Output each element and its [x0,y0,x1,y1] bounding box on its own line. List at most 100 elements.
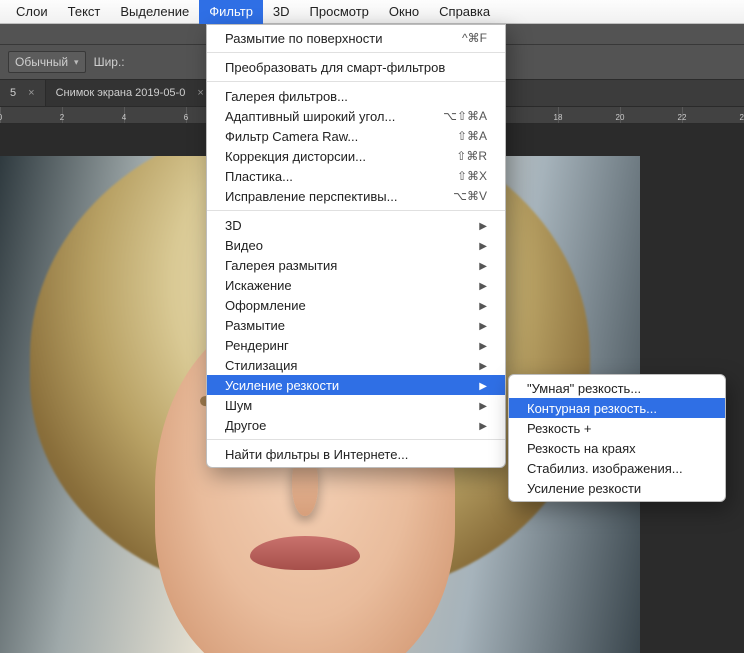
submenu-item-label: Контурная резкость... [527,401,657,416]
submenu-arrow-icon: ▶ [479,261,487,272]
menu-item-label: Размытие по поверхности [225,31,382,46]
submenu-arrow-icon: ▶ [479,281,487,292]
menu-item[interactable]: Шум ▶ [207,395,505,415]
document-tab[interactable]: Снимок экрана 2019-05-0 × [46,80,215,106]
menu-item-label: Исправление перспективы... [225,189,397,204]
submenu-arrow-icon: ▶ [479,301,487,312]
ruler-label: 6 [184,113,188,122]
menu-item-label: Усиление резкости [225,378,339,393]
menu-item-label: Искажение [225,278,292,293]
menu-shortcut: ⇧⌘X [457,169,487,183]
menu-item-label: 3D [225,218,242,233]
menu-item-label: Пластика... [225,169,293,184]
ruler-label: 4 [122,113,126,122]
menu-item-label: Фильтр Camera Raw... [225,129,358,144]
submenu-arrow-icon: ▶ [479,241,487,252]
menu-item[interactable]: Другое ▶ [207,415,505,435]
ruler-label: 20 [616,113,625,122]
submenu-item[interactable]: "Умная" резкость... [509,378,725,398]
menu-item-label: Преобразовать для смарт-фильтров [225,60,445,75]
menubar-item-3d[interactable]: 3D [263,0,300,24]
menu-item[interactable]: Рендеринг ▶ [207,335,505,355]
menubar-item-справка[interactable]: Справка [429,0,500,24]
submenu-item[interactable]: Усиление резкости [509,478,725,498]
submenu-item[interactable]: Резкость на краях [509,438,725,458]
submenu-arrow-icon: ▶ [479,341,487,352]
menu-item-label: Галерея размытия [225,258,337,273]
close-icon[interactable]: × [28,87,34,99]
menubar-item-окно[interactable]: Окно [379,0,429,24]
menu-item[interactable]: Усиление резкости ▶ [207,375,505,395]
menu-separator [207,81,505,82]
menu-item[interactable]: Стилизация ▶ [207,355,505,375]
menu-item[interactable]: Галерея размытия ▶ [207,255,505,275]
menu-separator [207,439,505,440]
menu-item[interactable]: Видео▶ [207,235,505,255]
menu-item-label: Шум [225,398,252,413]
menu-item[interactable]: Фильтр Camera Raw... ⇧⌘A [207,126,505,146]
menu-item[interactable]: Размытие ▶ [207,315,505,335]
menu-item-label: Коррекция дисторсии... [225,149,366,164]
ruler-label: 18 [554,113,563,122]
menu-item-label: Галерея фильтров... [225,89,348,104]
submenu-item-label: Резкость на краях [527,441,636,456]
submenu-arrow-icon: ▶ [479,421,487,432]
tab-label: 5 [10,87,16,99]
menu-item[interactable]: Адаптивный широкий угол... ⌥⇧⌘A [207,106,505,126]
menu-item-label: Рендеринг [225,338,289,353]
menu-item-label: Стилизация [225,358,297,373]
menu-item[interactable]: Коррекция дисторсии... ⇧⌘R [207,146,505,166]
submenu-item-label: Усиление резкости [527,481,641,496]
menu-item[interactable]: 3D ▶ [207,215,505,235]
close-icon[interactable]: × [197,87,203,99]
menu-item-label: Другое [225,418,266,433]
menu-item-label: Найти фильтры в Интернете... [225,447,408,462]
ruler-label: 0 [0,113,2,122]
submenu-arrow-icon: ▶ [479,361,487,372]
blend-mode-value: Обычный [15,55,68,69]
submenu-arrow-icon: ▶ [479,381,487,392]
ruler-label: 22 [678,113,687,122]
menu-shortcut: ⌥⇧⌘A [443,109,487,123]
submenu-item[interactable]: Резкость + [509,418,725,438]
width-label: Шир.: [94,55,125,69]
ruler-label: 2 [60,113,64,122]
menu-separator [207,52,505,53]
submenu-item-label: Резкость + [527,421,592,436]
menu-shortcut: ⌥⌘V [453,189,487,203]
submenu-item-label: "Умная" резкость... [527,381,641,396]
submenu-item[interactable]: Контурная резкость... [509,398,725,418]
menu-item-last-filter[interactable]: Размытие по поверхности ^⌘F [207,28,505,48]
menu-item-label: Размытие [225,318,285,333]
menu-item-label: Адаптивный широкий угол... [225,109,395,124]
menubar-item-выделение[interactable]: Выделение [110,0,199,24]
menu-item[interactable]: Пластика... ⇧⌘X [207,166,505,186]
chevron-down-icon: ▾ [74,57,79,68]
submenu-arrow-icon: ▶ [479,321,487,332]
submenu-item-label: Стабилиз. изображения... [527,461,683,476]
menubar-item-слои[interactable]: Слои [6,0,58,24]
document-tab[interactable]: 5× [0,80,46,106]
submenu-arrow-icon: ▶ [479,221,487,232]
menubar-item-просмотр[interactable]: Просмотр [300,0,379,24]
menubar-item-фильтр[interactable]: Фильтр [199,0,263,24]
menu-item[interactable]: Исправление перспективы... ⌥⌘V [207,186,505,206]
menu-shortcut: ⇧⌘R [456,149,487,163]
submenu-arrow-icon: ▶ [479,401,487,412]
ruler-label: 24 [740,113,744,122]
menu-shortcut: ⇧⌘A [457,129,487,143]
tab-label: Снимок экрана 2019-05-0 [56,87,186,99]
menu-item[interactable]: Галерея фильтров... [207,86,505,106]
submenu-item[interactable]: Стабилиз. изображения... [509,458,725,478]
menu-shortcut: ^⌘F [462,31,487,45]
menu-item[interactable]: Оформление▶ [207,295,505,315]
filter-menu: Размытие по поверхности ^⌘F Преобразовать … [206,24,506,468]
menu-item[interactable]: Искажение ▶ [207,275,505,295]
menubar-item-текст[interactable]: Текст [58,0,111,24]
menu-separator [207,210,505,211]
sharpen-submenu: "Умная" резкость... Контурная резкость...… [508,374,726,502]
menu-item-convert-smart[interactable]: Преобразовать для смарт-фильтров [207,57,505,77]
blend-mode-dropdown[interactable]: Обычный ▾ [8,51,86,73]
app-menubar: СлоиТекстВыделениеФильтр3DПросмотрОкноСп… [0,0,744,24]
menu-item-find-online[interactable]: Найти фильтры в Интернете... [207,444,505,464]
